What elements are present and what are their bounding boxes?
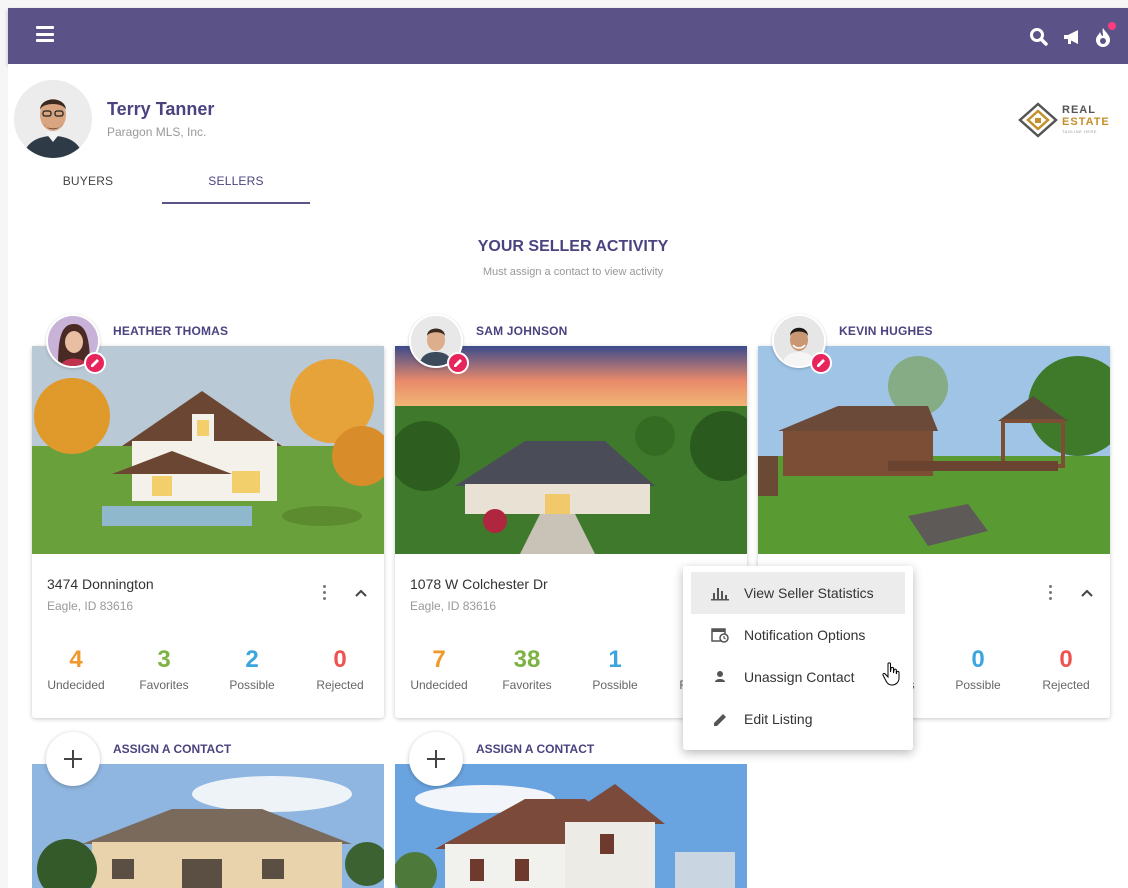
- assign-contact-label[interactable]: ASSIGN A CONTACT: [476, 742, 594, 756]
- stat-rejected[interactable]: 0 Rejected: [1022, 646, 1110, 692]
- user-avatar[interactable]: [14, 80, 92, 158]
- listing-city: Eagle, ID 83616: [410, 599, 497, 613]
- stat-rejected[interactable]: 0 Rejected: [296, 646, 384, 692]
- assign-contact-label[interactable]: ASSIGN A CONTACT: [113, 742, 231, 756]
- listing-photo[interactable]: [395, 346, 747, 554]
- seller-card: HEATHER THOMAS 3474 Donnington Eagle, ID…: [32, 314, 384, 718]
- menu-item-notification-options[interactable]: Notification Options: [691, 614, 905, 656]
- chevron-up-icon[interactable]: [1080, 586, 1094, 600]
- tab-sellers[interactable]: SELLERS: [162, 166, 310, 204]
- logo-text-estate: ESTATE: [1062, 116, 1110, 128]
- stat-undecided[interactable]: 7 Undecided: [395, 646, 483, 692]
- stat-favorites[interactable]: 3 Favorites: [120, 646, 208, 692]
- main-content: Terry Tanner Paragon MLS, Inc. REAL ESTA…: [8, 64, 1128, 888]
- assign-contact-card: ASSIGN A CONTACT: [32, 732, 384, 888]
- add-contact-button[interactable]: [46, 732, 100, 786]
- calendar-clock-icon: [711, 628, 729, 643]
- logo-tagline: TAGLINE HERE: [1062, 129, 1098, 134]
- stat-undecided[interactable]: 4 Undecided: [32, 646, 120, 692]
- seller-activity-subtitle: Must assign a contact to view activity: [482, 266, 664, 278]
- app-bar: [8, 8, 1128, 64]
- bar-chart-icon: [711, 588, 729, 601]
- more-options-icon[interactable]: [319, 585, 329, 605]
- pencil-icon[interactable]: [84, 352, 106, 374]
- menu-item-label: Notification Options: [744, 627, 866, 643]
- menu-item-unassign-contact[interactable]: Unassign Contact: [691, 656, 905, 698]
- flame-icon[interactable]: [1092, 22, 1116, 48]
- seller-activity-title: YOUR SELLER ACTIVITY: [477, 238, 669, 255]
- menu-item-label: View Seller Statistics: [744, 585, 874, 601]
- listing-photo[interactable]: [758, 346, 1110, 554]
- megaphone-icon[interactable]: [1062, 26, 1084, 48]
- logo-text-real: REAL: [1062, 104, 1096, 116]
- menu-item-edit-listing[interactable]: Edit Listing: [691, 698, 905, 740]
- pencil-icon[interactable]: [810, 352, 832, 374]
- hamburger-menu-icon[interactable]: [36, 26, 54, 46]
- seller-name[interactable]: KEVIN HUGHES: [839, 324, 933, 338]
- person-icon: [715, 671, 725, 682]
- tab-buyers[interactable]: BUYERS: [18, 166, 158, 204]
- user-name: Terry Tanner: [107, 99, 215, 119]
- notification-dot: [1108, 22, 1116, 30]
- pencil-icon[interactable]: [447, 352, 469, 374]
- assign-contact-card: ASSIGN A CONTACT: [395, 732, 747, 888]
- activity-stats: 4 Undecided 3 Favorites 2 Possible 0 Rejecte…: [32, 646, 384, 692]
- hand-cursor-icon: [882, 662, 900, 686]
- pencil-icon: [714, 714, 726, 726]
- stat-possible[interactable]: 1 Possible: [571, 646, 659, 692]
- listing-address: 1078 W Colchester Dr: [410, 576, 548, 592]
- menu-item-view-seller-statistics[interactable]: View Seller Statistics: [691, 572, 905, 614]
- real-estate-logo: REAL ESTATE TAGLINE HERE: [1018, 100, 1128, 140]
- menu-item-label: Edit Listing: [744, 711, 813, 727]
- stat-favorites[interactable]: 38 Favorites: [483, 646, 571, 692]
- listing-address: 3474 Donnington: [47, 576, 154, 592]
- menu-item-label: Unassign Contact: [744, 669, 855, 685]
- listing-photo[interactable]: [32, 346, 384, 554]
- chevron-up-icon[interactable]: [354, 586, 368, 600]
- more-options-icon[interactable]: [1045, 585, 1055, 605]
- search-icon[interactable]: [1028, 26, 1050, 48]
- listing-context-menu: View Seller Statistics Notification Opti…: [683, 566, 913, 750]
- stat-possible[interactable]: 2 Possible: [208, 646, 296, 692]
- listing-city: Eagle, ID 83616: [47, 599, 134, 613]
- seller-name[interactable]: SAM JOHNSON: [476, 324, 568, 338]
- user-organization: Paragon MLS, Inc.: [107, 125, 207, 139]
- seller-name[interactable]: HEATHER THOMAS: [113, 324, 228, 338]
- stat-possible[interactable]: 0 Possible: [934, 646, 1022, 692]
- add-contact-button[interactable]: [409, 732, 463, 786]
